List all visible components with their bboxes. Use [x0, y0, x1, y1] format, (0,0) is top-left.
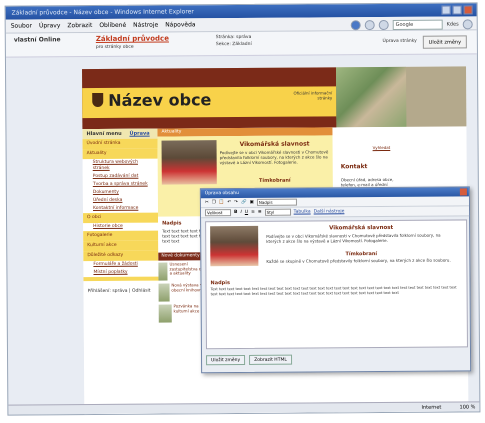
left-menu-title: Hlavní menu	[86, 130, 122, 138]
refresh-icon[interactable]	[378, 19, 389, 31]
editor-toolbar-2: Velikost B I U ≡ ≣ Styl Tabulka Další ná…	[200, 206, 470, 219]
link-icon[interactable]: 🔗	[241, 197, 247, 207]
status-internet: Internet	[421, 404, 442, 411]
forward-icon[interactable]	[364, 20, 375, 31]
editor-content-area[interactable]: Vikomářská slavnost Podívejte se v obci …	[205, 219, 468, 350]
table-link[interactable]: Tabulka	[294, 207, 311, 217]
cms-meta-line1: Stránka: správa	[215, 34, 252, 41]
search-link[interactable]: Vyhledat	[373, 145, 391, 150]
news-thumbnail	[158, 304, 172, 323]
header-aerial-photo	[336, 66, 407, 128]
toolbar-label: Kdes	[446, 21, 459, 28]
bold-icon[interactable]: B	[234, 208, 238, 218]
left-menu-edit-link[interactable]: Úprava	[129, 131, 149, 137]
redo-icon[interactable]: ↷	[234, 198, 238, 208]
cms-section-sub: pro stránky obce	[95, 44, 134, 51]
editor-heading-1: Vikomářská slavnost	[329, 224, 394, 232]
feature-title-2: Tímkobraní	[258, 177, 291, 184]
news-thumbnail	[158, 262, 168, 281]
cms-right-label: Úprava stránky	[382, 38, 417, 45]
wysiwyg-editor-window: Úprava obsahu ✂ ❐ 📋 ↶ ↷ 🔗 ▣ Nadpis Velik…	[199, 186, 472, 374]
menu-zobrazit[interactable]: Zobrazit	[67, 19, 92, 32]
news-thumbnail	[158, 283, 170, 302]
home-icon[interactable]	[462, 19, 473, 30]
cms-brand-left: vlastní	[13, 36, 37, 44]
feature-title: Vikomářská slavnost	[239, 140, 310, 149]
italic-icon[interactable]: I	[240, 208, 241, 218]
more-tools-link[interactable]: Další nástroje	[314, 207, 345, 217]
back-icon[interactable]	[350, 20, 361, 31]
save-changes-button[interactable]: Uložit změny	[422, 35, 467, 49]
menu-nastroje[interactable]: Nástroje	[133, 19, 158, 32]
editor-save-button[interactable]: Uložit změny	[206, 354, 246, 366]
editor-nadpis: Nadpis	[210, 280, 230, 287]
photo-background: Základní průvodce - Název obce - Windows…	[0, 0, 485, 423]
status-zoom[interactable]: 100 %	[459, 402, 475, 412]
editor-close-button[interactable]	[459, 188, 467, 196]
window-title: Základní průvodce - Název obce - Windows…	[11, 8, 194, 17]
menu-soubor[interactable]: Soubor	[11, 19, 32, 32]
format-select[interactable]: Nadpis	[256, 198, 297, 206]
statusbar: Internet 100 %	[8, 401, 481, 415]
cms-brand: vlastní Online	[14, 36, 61, 43]
editor-titlebar: Úprava obsahu	[200, 187, 469, 199]
editor-image[interactable]	[210, 225, 259, 267]
underline-icon[interactable]: U	[245, 207, 248, 217]
left-menu: Hlavní menu Úprava Úvodní stránka Aktuali…	[82, 128, 160, 416]
feature-image	[161, 140, 217, 185]
cms-brand-right: Online	[38, 36, 61, 44]
editor-paragraph-2: Každé se skupině v Chomutově představily…	[266, 257, 451, 264]
align-left-icon[interactable]: ≡	[251, 207, 255, 217]
left-menu-item[interactable]: Struktura webových stránek	[83, 159, 158, 174]
size-select[interactable]: Styl	[264, 208, 291, 216]
menu-upravy[interactable]: Úpravy	[39, 19, 61, 32]
editor-title: Úprava obsahu	[204, 191, 239, 197]
left-menu-item[interactable]: Kulturní akce	[83, 240, 159, 252]
left-menu-list: Úvodní stránka Aktuality Struktura webovýc…	[82, 138, 159, 278]
menu-oblibene[interactable]: Oblíbené	[99, 19, 126, 32]
coat-of-arms-icon	[92, 92, 104, 108]
browser-window: Základní průvodce - Název obce - Windows…	[4, 2, 481, 416]
village-name: Název obce	[108, 90, 212, 110]
image-icon[interactable]: ▣	[250, 197, 254, 207]
cms-toolbar: vlastní Online Základní průvodce pro str…	[5, 30, 477, 58]
left-menu-item[interactable]: O obci	[83, 212, 159, 224]
header-info: Oficiální informační stránky	[293, 90, 333, 101]
feature-text: Podívejte se v obci Vikomářské slavnosti…	[219, 149, 329, 166]
cut-icon[interactable]: ✂	[205, 198, 209, 208]
left-menu-item[interactable]: Důležité odkazy	[83, 250, 159, 262]
center-nadpis: Nadpis	[162, 220, 182, 227]
editor-paragraph-1: Podívejte se v obci Vikomářské slavnosti…	[266, 232, 441, 244]
left-menu-header: Hlavní menu Úprava	[82, 128, 158, 140]
menu-napoveda[interactable]: Nápověda	[165, 18, 195, 31]
cms-section-title[interactable]: Základní průvodce	[96, 35, 169, 44]
maximize-button[interactable]	[452, 5, 462, 15]
undo-icon[interactable]: ↶	[227, 198, 231, 208]
left-menu-footer: Přihlášení: správa | Odhlásit	[87, 288, 151, 295]
cms-meta-line2: Sekce: Základní	[215, 41, 252, 48]
left-menu-item[interactable]: Aktuality	[82, 148, 158, 160]
left-menu-item[interactable]: Fotogalerie	[83, 230, 159, 242]
align-center-icon[interactable]: ≣	[258, 207, 262, 217]
paste-icon[interactable]: 📋	[219, 198, 225, 208]
search-input[interactable]: Google	[392, 19, 443, 30]
editor-footer: Uložit změny Zobrazit HTML	[206, 354, 292, 366]
font-select[interactable]: Velikost	[205, 209, 232, 217]
copy-icon[interactable]: ❐	[212, 198, 216, 208]
editor-html-button[interactable]: Zobrazit HTML	[249, 354, 292, 365]
editor-nadpis-text: Text text text text text text text text …	[210, 285, 457, 296]
window-controls	[441, 5, 473, 15]
left-menu-item[interactable]: Úvodní stránka	[82, 138, 158, 150]
close-button[interactable]	[463, 5, 473, 15]
page-header: Název obce Oficiální informační stránky	[82, 66, 467, 130]
minimize-button[interactable]	[441, 5, 451, 15]
contact-header: Kontakt	[340, 163, 368, 171]
